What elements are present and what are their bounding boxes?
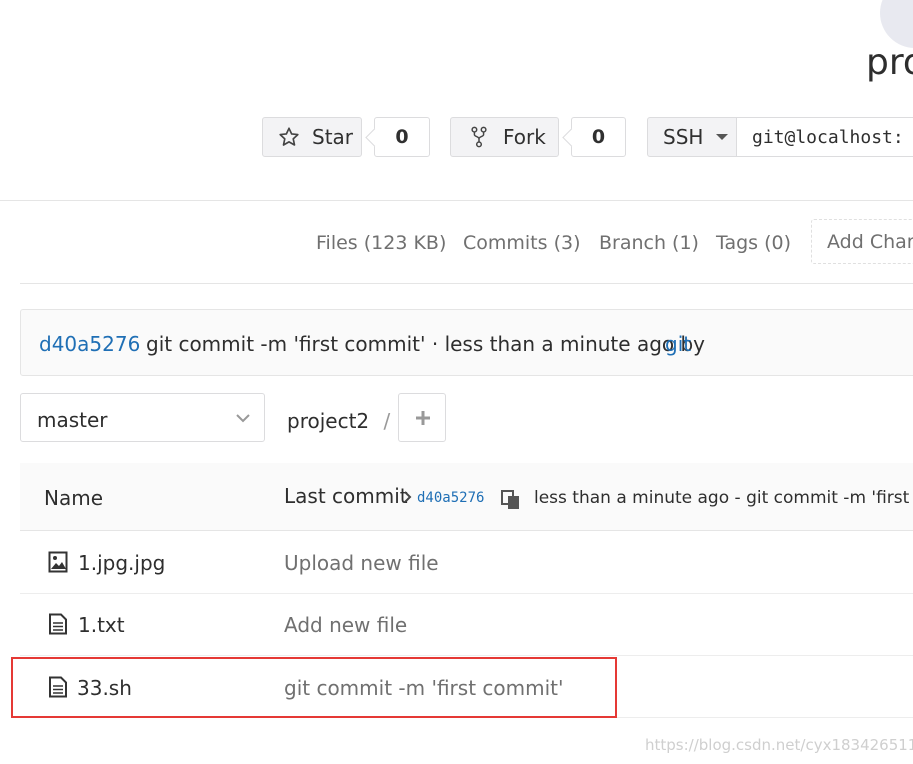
image-file-icon	[48, 551, 68, 573]
clone-protocol-dropdown[interactable]: SSH	[647, 117, 737, 157]
add-changelog-button[interactable]: Add Char	[811, 219, 913, 264]
files-link[interactable]: Files (123 KB)	[316, 232, 446, 254]
copy-icon[interactable]	[500, 489, 522, 511]
plus-icon	[416, 411, 430, 425]
chevron-down-icon	[236, 414, 250, 423]
fork-count[interactable]: 0	[571, 117, 626, 157]
fork-label: Fork	[503, 125, 546, 149]
divider	[0, 200, 913, 201]
commit-author-link[interactable]: git	[665, 332, 691, 356]
divider	[20, 283, 913, 284]
tags-link[interactable]: Tags (0)	[716, 232, 791, 254]
breadcrumb-project-link[interactable]: project2	[287, 409, 369, 433]
name-column-header: Name	[44, 486, 104, 510]
last-commit-box: d40a5276 git commit -m 'first commit' · …	[20, 309, 913, 376]
commit-sha-link[interactable]: d40a5276	[39, 332, 140, 356]
branch-selector-label: master	[37, 408, 108, 432]
file-name-link[interactable]: 1.jpg.jpg	[78, 551, 165, 575]
project-avatar	[880, 0, 913, 48]
fork-icon	[471, 126, 487, 148]
clone-protocol-label: SSH	[663, 125, 704, 149]
text-file-icon	[49, 613, 67, 635]
file-name-link[interactable]: 1.txt	[78, 613, 125, 637]
breadcrumb-separator: /	[383, 409, 391, 433]
file-table-header: Name Last commit d40a5276 less than a mi…	[20, 463, 913, 531]
chevron-right-icon	[404, 491, 412, 503]
watermark: https://blog.csdn.net/cyx1834265118	[645, 736, 913, 754]
last-commit-column-header: Last commit	[284, 484, 408, 508]
table-row[interactable]: 1.txt Add new file	[20, 593, 913, 656]
star-icon	[279, 127, 299, 146]
add-file-button[interactable]	[398, 393, 446, 442]
table-row[interactable]: 1.jpg.jpg Upload new file	[20, 531, 913, 594]
header-commit-sha-link[interactable]: d40a5276	[417, 490, 484, 506]
breadcrumb: project2 /	[287, 409, 390, 433]
commit-message: git commit -m 'first commit' · less than…	[146, 332, 706, 356]
clone-url-input[interactable]: git@localhost:	[736, 117, 913, 157]
star-count[interactable]: 0	[374, 117, 430, 157]
fork-button[interactable]: Fork	[450, 117, 559, 157]
star-button[interactable]: Star	[262, 117, 362, 157]
highlight-annotation-box	[11, 657, 617, 718]
file-commit-message-link[interactable]: Upload new file	[284, 551, 439, 575]
project-title: pro	[866, 42, 913, 83]
branch-selector[interactable]: master	[20, 393, 265, 442]
star-label: Star	[312, 125, 354, 149]
caret-down-icon	[716, 134, 729, 140]
branch-link[interactable]: Branch (1)	[599, 232, 699, 254]
file-commit-message-link[interactable]: Add new file	[284, 613, 407, 637]
header-commit-summary: less than a minute ago - git commit -m '…	[534, 488, 913, 508]
commits-link[interactable]: Commits (3)	[463, 232, 581, 254]
